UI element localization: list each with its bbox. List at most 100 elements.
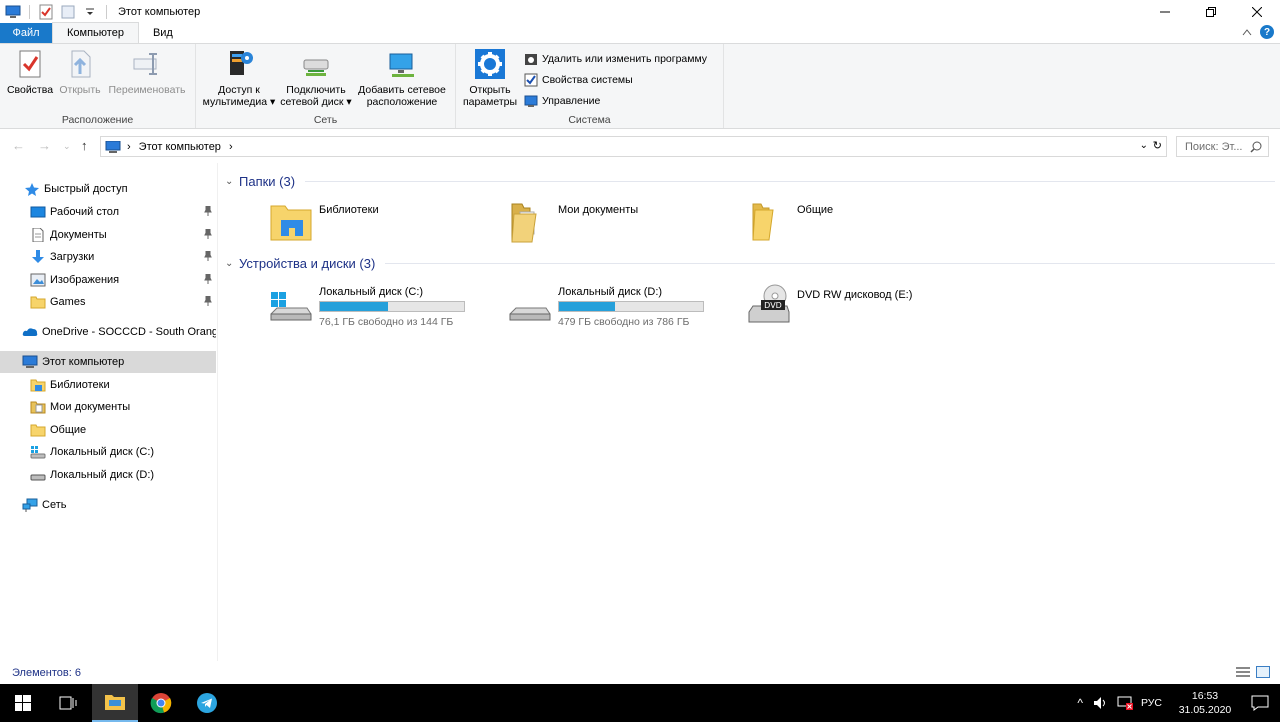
media-access-button[interactable]: Доступ к мультимедиа ▾	[200, 48, 278, 108]
address-dropdown-icon[interactable]: ⌄	[1140, 140, 1148, 151]
close-icon	[1252, 6, 1262, 17]
sidebar-item-my-documents[interactable]: Мои документы	[0, 396, 216, 418]
window-title: Этот компьютер	[118, 5, 201, 18]
pin-icon[interactable]	[204, 229, 212, 239]
sidebar-item-drive-d[interactable]: Локальный диск (D:)	[0, 464, 216, 486]
sidebar-item-pictures[interactable]: Изображения	[0, 269, 216, 291]
folder-documents-icon	[508, 200, 552, 244]
breadcrumb-this-pc[interactable]: Этот компьютер	[139, 141, 221, 153]
computer-icon[interactable]	[5, 4, 21, 20]
system-properties-icon	[524, 73, 538, 87]
up-arrow-icon[interactable]: ↑	[81, 138, 88, 153]
sidebar-item-shared[interactable]: Общие	[0, 419, 216, 441]
open-button[interactable]: Открыть	[56, 48, 104, 96]
clock[interactable]: 16:53 31.05.2020	[1170, 689, 1240, 717]
folder-icon	[30, 295, 46, 309]
help-icon[interactable]: ?	[1260, 25, 1274, 39]
drive-tile-c[interactable]: Локальный диск (C:) 76,1 ГБ свободно из …	[269, 282, 465, 328]
breadcrumb-chevron-icon[interactable]: ›	[127, 141, 131, 153]
sidebar-item-libraries[interactable]: Библиотеки	[0, 374, 216, 396]
sidebar-item-this-pc[interactable]: Этот компьютер	[0, 351, 216, 373]
system-tray: ^ РУС 16:53 31.05.2020	[1077, 684, 1280, 722]
group-label-network: Сеть	[313, 114, 338, 126]
properties-button[interactable]: Свойства	[6, 48, 54, 96]
chevron-down-icon[interactable]	[82, 4, 98, 20]
taskbar-chrome[interactable]	[138, 684, 184, 722]
input-language[interactable]: РУС	[1141, 697, 1162, 709]
taskbar: ^ РУС 16:53 31.05.2020	[0, 684, 1280, 722]
rename-button[interactable]: Переименовать	[104, 48, 190, 96]
sidebar-item-desktop[interactable]: Рабочий стол	[0, 201, 216, 223]
tab-computer[interactable]: Компьютер	[52, 22, 139, 43]
large-icons-view-icon[interactable]	[1256, 666, 1270, 678]
network-drive-icon	[300, 48, 332, 80]
hard-drive-icon	[508, 282, 552, 326]
computer-icon	[105, 140, 121, 153]
network-disconnected-icon[interactable]	[1117, 696, 1133, 710]
breadcrumb-chevron-icon[interactable]: ›	[229, 141, 233, 153]
sidebar-item-downloads[interactable]: Загрузки	[0, 246, 216, 268]
content-pane: ⌄ Папки (3) Библиотеки Мои документы Общ…	[219, 163, 1280, 661]
sidebar-item-documents[interactable]: Документы	[0, 224, 216, 246]
new-folder-icon[interactable]	[60, 4, 76, 20]
group-label-location: Расположение	[61, 114, 134, 126]
tab-file[interactable]: Файл	[0, 23, 52, 43]
sidebar-item-network[interactable]: Сеть	[0, 494, 216, 516]
sidebar-item-onedrive[interactable]: OneDrive - SOCCCD - South Orang	[0, 321, 216, 343]
sidebar-item-drive-c[interactable]: Локальный диск (C:)	[0, 441, 216, 463]
minimize-icon	[1160, 11, 1170, 12]
restore-button[interactable]	[1188, 0, 1234, 23]
drive-tile-d[interactable]: Локальный диск (D:) 479 ГБ свободно из 7…	[508, 282, 704, 328]
open-settings-button[interactable]: Открыть параметры	[460, 48, 520, 108]
chevron-down-icon: ⌄	[225, 258, 234, 269]
taskbar-file-explorer[interactable]	[92, 684, 138, 722]
address-bar[interactable]: › Этот компьютер › ⌄ ↻	[100, 136, 1167, 157]
uninstall-program-button[interactable]: Удалить или изменить программу	[524, 52, 707, 66]
recent-locations-chevron-icon[interactable]: ⌄	[63, 141, 71, 152]
properties-icon[interactable]	[38, 4, 54, 20]
folder-tile-shared[interactable]: Общие	[747, 200, 833, 244]
folders-group-header[interactable]: ⌄ Папки (3)	[225, 174, 1275, 189]
sidebar-item-quick-access[interactable]: Быстрый доступ	[0, 178, 216, 200]
taskbar-telegram[interactable]	[184, 684, 230, 722]
folder-tile-libraries[interactable]: Библиотеки	[269, 200, 379, 244]
group-label-system: Система	[568, 114, 611, 126]
pin-icon[interactable]	[204, 251, 212, 261]
rename-icon	[131, 48, 163, 80]
manage-button[interactable]: Управление	[524, 94, 600, 108]
pin-icon[interactable]	[204, 274, 212, 284]
sidebar-item-games[interactable]: Games	[0, 291, 216, 313]
pictures-icon	[30, 273, 46, 287]
action-center-button[interactable]	[1240, 695, 1280, 711]
folder-icon	[30, 423, 46, 437]
ribbon-group-system: Открыть параметры Удалить или изменить п…	[456, 44, 724, 128]
back-arrow-icon[interactable]: ←	[12, 138, 25, 153]
devices-group-header[interactable]: ⌄ Устройства и диски (3)	[225, 256, 1275, 271]
close-button[interactable]	[1234, 0, 1280, 23]
forward-arrow-icon[interactable]: →	[38, 138, 51, 153]
map-network-drive-button[interactable]: Подключить сетевой диск ▾	[278, 48, 354, 108]
folder-icon	[747, 200, 791, 244]
system-properties-button[interactable]: Свойства системы	[524, 73, 633, 87]
start-button[interactable]	[0, 684, 46, 722]
minimize-button[interactable]	[1142, 0, 1188, 23]
details-view-icon[interactable]	[1236, 666, 1250, 678]
folder-tile-my-documents[interactable]: Мои документы	[508, 200, 638, 244]
task-view-button[interactable]	[45, 684, 91, 722]
window-controls	[1142, 0, 1280, 23]
pin-icon[interactable]	[204, 206, 212, 216]
desktop-icon	[30, 205, 46, 219]
show-hidden-icons-chevron-icon[interactable]: ^	[1077, 696, 1083, 710]
refresh-icon[interactable]: ↻	[1153, 139, 1162, 152]
tab-view[interactable]: Вид	[139, 23, 187, 43]
drive-usage-bar-c	[319, 301, 465, 312]
hard-drive-icon	[30, 468, 46, 482]
pin-icon[interactable]	[204, 296, 212, 306]
search-input[interactable]: Поиск: Эт...	[1176, 136, 1269, 157]
chevron-up-icon[interactable]	[1242, 28, 1252, 36]
status-bar: Элементов: 6	[0, 661, 1280, 684]
volume-icon[interactable]	[1093, 696, 1109, 710]
add-network-location-button[interactable]: Добавить сетевое расположение	[354, 48, 450, 108]
drive-tile-dvd[interactable]: DVD DVD RW дисковод (E:)	[747, 282, 912, 326]
drive-usage-fill	[320, 302, 388, 311]
